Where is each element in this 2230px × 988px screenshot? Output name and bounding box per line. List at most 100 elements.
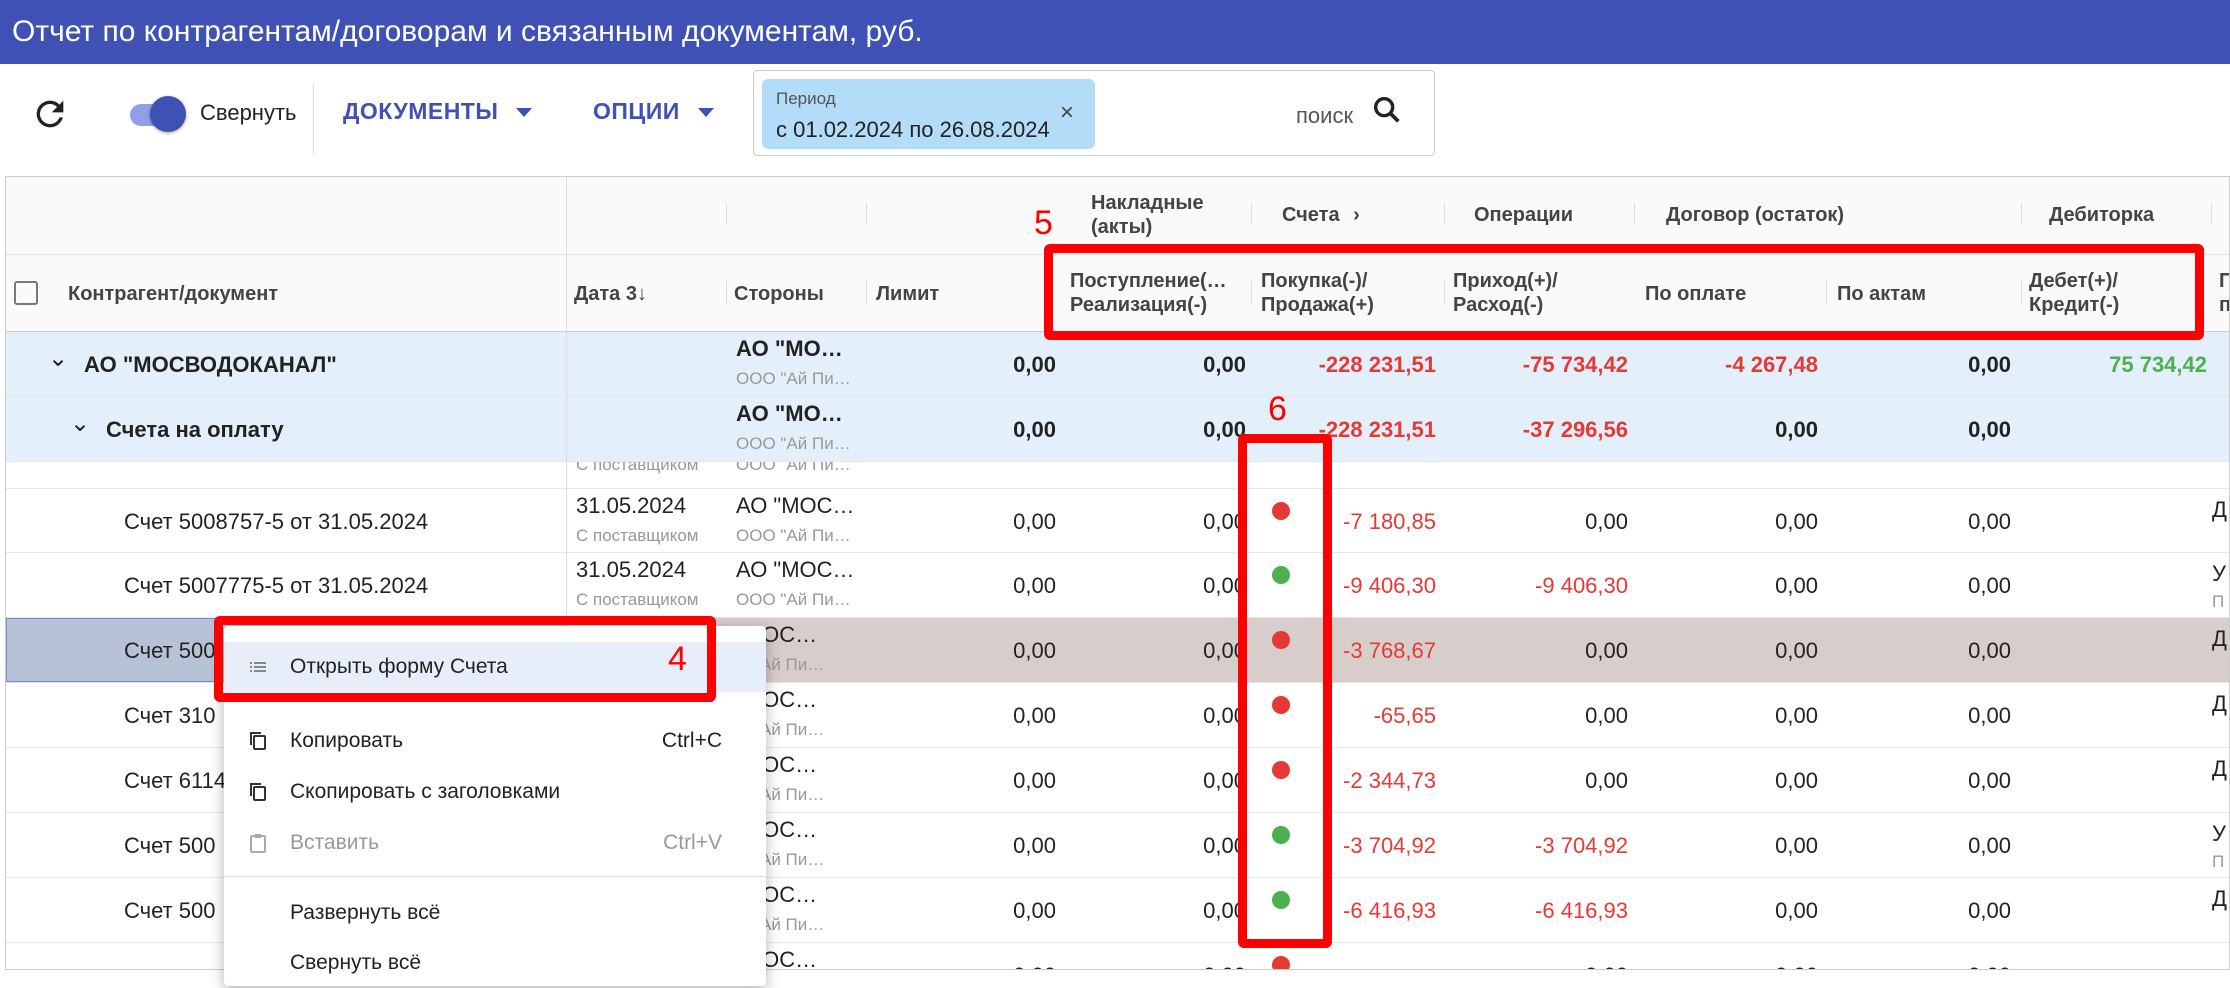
collapse-toggle-label: Свернуть	[200, 100, 297, 125]
column-divider	[566, 553, 567, 617]
menu-item-label: Копировать	[290, 729, 404, 752]
period-chip-label: Период	[776, 89, 836, 108]
toolbar-divider	[313, 84, 314, 154]
cell-postuplenie: 0,00	[1203, 833, 1246, 858]
cell-po-aktam: 0,00	[1968, 638, 2011, 663]
refresh-button[interactable]	[30, 94, 70, 134]
header-group-nakladnye: Накладные (акты)	[1091, 192, 1204, 238]
menu-item-copy-with-headers[interactable]: Скопировать с заголовками	[224, 767, 766, 817]
table-row[interactable]: Счет 5008757-5 от 31.05.2024 31.05.2024 С …	[6, 489, 2229, 553]
cell-po-oplate: 0,00	[1775, 833, 1818, 858]
cell-debet: 75 734,42	[2109, 352, 2207, 377]
party-sub: ООО "Ай Пи…	[736, 434, 851, 453]
col-header-kontragent[interactable]: Контрагент/документ	[68, 282, 278, 306]
cell-postuplenie: 0,00	[1203, 768, 1246, 793]
annotation-label-4: 4	[668, 640, 687, 678]
cell-po-oplate: -4 267,48	[1725, 352, 1818, 377]
cell-next: У	[2212, 821, 2226, 846]
menu-item-copy[interactable]: Копировать Ctrl+C	[224, 716, 766, 766]
col-header-storony[interactable]: Стороны	[734, 282, 824, 306]
cell-date: 31.05.2024	[576, 493, 687, 518]
cell-po-oplate: 0,00	[1775, 898, 1818, 923]
menu-item-expand-all[interactable]: Развернуть всё	[224, 888, 766, 938]
menu-item-shortcut: Ctrl+V	[663, 831, 722, 854]
chevron-right-icon: ›	[1353, 204, 1360, 226]
cell-date-type: С поставщиком	[576, 462, 699, 474]
menu-divider	[224, 876, 766, 877]
menu-item-label: Свернуть всё	[290, 951, 422, 974]
select-all-checkbox[interactable]	[14, 281, 38, 305]
column-divider	[566, 255, 567, 332]
copy-icon	[250, 732, 266, 750]
menu-item-label: Вставить	[290, 831, 380, 854]
report-title: Отчет по контрагентам/договорам и связан…	[0, 0, 2230, 64]
documents-menu-button[interactable]: ДОКУМЕНТЫ	[343, 98, 533, 125]
column-divider	[866, 281, 867, 305]
cell-limit: 0,00	[1013, 638, 1056, 663]
cell-po-oplate: 0,00	[1628, 963, 1818, 969]
cell-limit: 0,00	[866, 462, 1056, 464]
refresh-icon	[36, 100, 64, 128]
cell-next: Д	[2212, 886, 2227, 911]
chevron-down-icon[interactable]: ⌄	[70, 411, 90, 437]
cell-limit: 0,00	[1013, 703, 1056, 728]
cell-postuplenie: 0,00	[1203, 703, 1246, 728]
cell-limit: 0,00	[1013, 573, 1056, 598]
col-header-limit[interactable]: Лимит	[876, 282, 939, 306]
cell-limit: 0,00	[1013, 352, 1056, 377]
options-menu-button[interactable]: ОПЦИИ	[593, 98, 714, 125]
party-sub: ООО "Ай Пи…	[736, 590, 851, 609]
table-row[interactable]: Счет 5008407-7 от 30.06.2024 С поставщико…	[6, 462, 2229, 489]
cell-prihod: -9 406,30	[1535, 573, 1628, 598]
cell-limit: 0,00	[1013, 833, 1056, 858]
cell-next: Д	[2212, 691, 2227, 716]
cell-postuplenie: 0,00	[1203, 509, 1246, 534]
cell-prihod: -75 734,42	[1522, 352, 1628, 377]
cell-date: 31.05.2024	[576, 557, 687, 582]
column-divider	[726, 281, 727, 305]
options-menu-label: ОПЦИИ	[593, 98, 680, 124]
subgroup-name: Счета на оплату	[106, 417, 284, 442]
cell-po-oplate: 0,00	[1628, 462, 1818, 464]
group-row[interactable]: ⌄ АО "МОСВОДОКАНАЛ" АО "МО… ООО "Ай Пи… …	[6, 332, 2229, 397]
search-icon[interactable]	[1370, 93, 1404, 127]
document-name: Счет 5008407-7 от 30.06.2024	[124, 462, 428, 464]
chevron-down-icon	[697, 108, 714, 118]
cell-prihod: 0,00	[1585, 638, 1628, 663]
search-input[interactable]: поиск	[1296, 103, 1353, 129]
col-header-next[interactable]: П п	[2219, 269, 2229, 317]
cell-limit: 0,00	[1013, 768, 1056, 793]
cell-date-type: С поставщиком	[576, 526, 699, 545]
filter-search-box[interactable]: Период с 01.02.2024 по 26.08.2024 × поис…	[753, 70, 1435, 156]
close-icon[interactable]: ×	[1060, 99, 1074, 127]
cell-next-sub: П	[2212, 592, 2225, 611]
documents-menu-label: ДОКУМЕНТЫ	[343, 98, 499, 124]
document-name: Счет 6114	[124, 768, 227, 793]
header-group-scheta-label: Счета	[1282, 204, 1340, 226]
document-name: Счет 310	[124, 703, 216, 728]
period-filter-chip[interactable]: Период с 01.02.2024 по 26.08.2024 ×	[762, 79, 1095, 149]
cell-po-oplate: 0,00	[1775, 768, 1818, 793]
cell-po-aktam: 0,00	[1968, 417, 2011, 442]
column-divider	[566, 177, 567, 255]
header-group-scheta[interactable]: Счета ›	[1282, 203, 1360, 227]
header-group-operacii: Операции	[1474, 204, 1573, 226]
cell-po-aktam: 0,00	[1968, 898, 2011, 923]
cell-po-aktam: 0,00	[1968, 703, 2011, 728]
document-name: Счет 5007775-5 от 31.05.2024	[124, 573, 429, 598]
cell-limit: 0,00	[1013, 417, 1056, 442]
annotation-box-5	[1044, 244, 2204, 340]
table-row[interactable]: Счет 5007775-5 от 31.05.2024 31.05.2024 С …	[6, 553, 2229, 618]
annotation-box-6	[1238, 434, 1332, 948]
period-chip-value: с 01.02.2024 по 26.08.2024	[776, 117, 1050, 142]
cell-prihod: 0,00	[1585, 509, 1628, 534]
paste-icon	[250, 834, 266, 853]
subgroup-row[interactable]: ⌄ Счета на оплату АО "МО… ООО "Ай Пи… 0,…	[6, 397, 2229, 462]
menu-item-paste[interactable]: Вставить Ctrl+V	[224, 818, 766, 868]
menu-item-collapse-all[interactable]: Свернуть всё	[224, 938, 766, 988]
col-header-date[interactable]: Дата 3↓	[574, 282, 647, 306]
collapse-toggle[interactable]	[130, 96, 186, 132]
party-main: АО "МО…	[736, 336, 843, 361]
cell-postuplenie: 0,00	[1203, 638, 1246, 663]
chevron-down-icon[interactable]: ⌄	[48, 346, 68, 372]
